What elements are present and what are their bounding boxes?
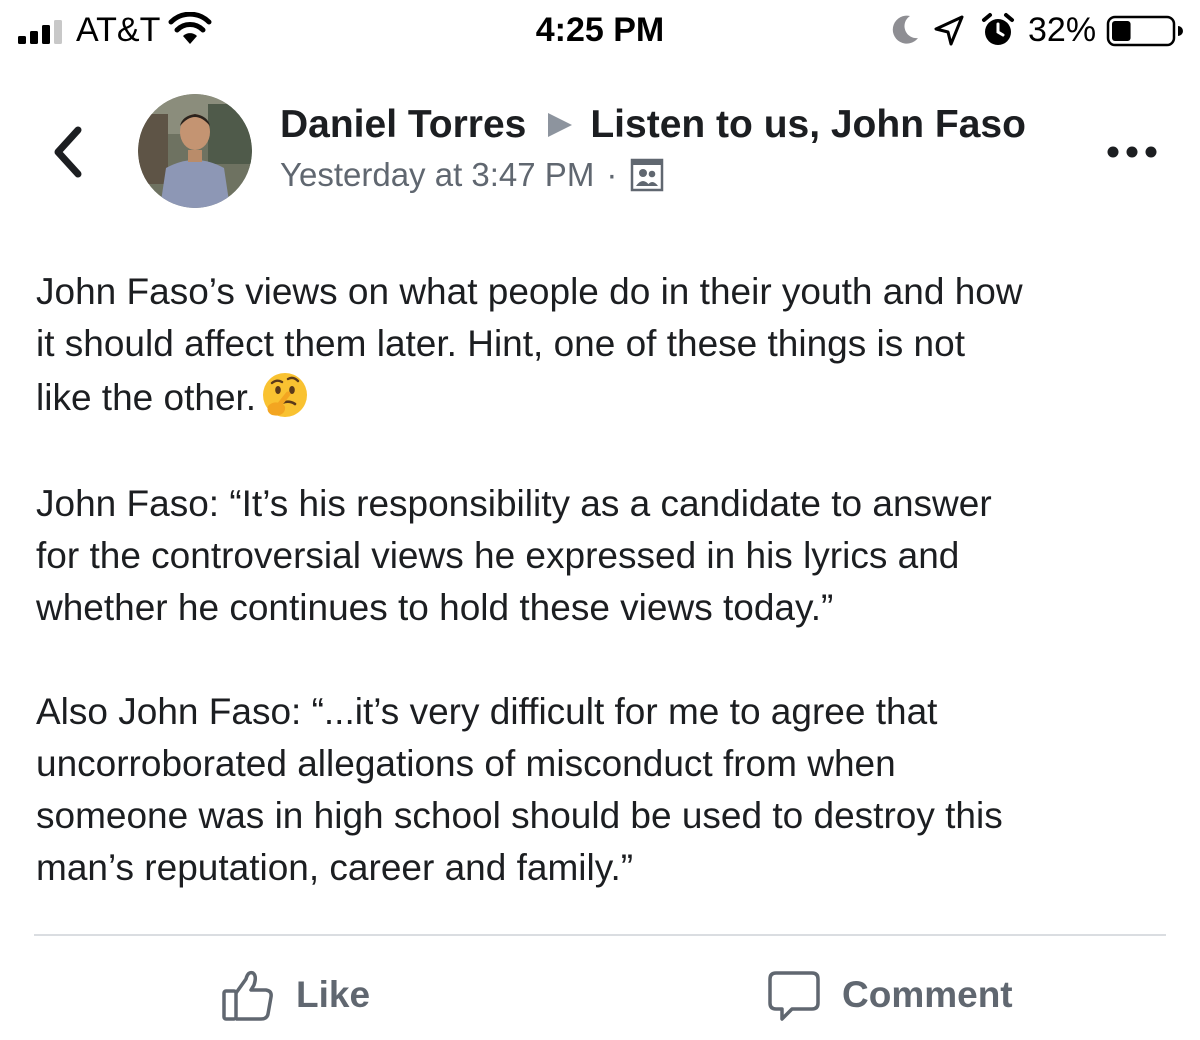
moon-icon [892, 15, 918, 44]
facebook-post-screen: AT&T 4:25 PM 32% Daniel Torres Listen to… [0, 0, 1200, 1040]
post-header-line: Daniel Torres Listen to us, John Faso [280, 100, 1026, 150]
comment-bubble-icon [768, 971, 820, 1021]
post-paragraph: Also John Faso: “...it’s very difficult … [36, 691, 1003, 888]
group-audience-icon[interactable] [629, 157, 665, 193]
action-divider [34, 934, 1166, 936]
thinking-face-emoji [263, 373, 308, 417]
meta-separator: · [606, 156, 618, 193]
author-avatar[interactable] [138, 94, 252, 208]
like-label: Like [296, 974, 371, 1015]
like-button[interactable]: Like [220, 962, 370, 1028]
back-chevron-icon[interactable] [48, 122, 88, 182]
status-time: 4:25 PM [535, 11, 665, 49]
post-meta: Yesterday at 3:47 PM · [280, 152, 665, 198]
post-paragraph: John Faso’s views on what people do in t… [36, 266, 1176, 424]
post-paragraph: John Faso: “It’s his responsibility as a… [36, 483, 992, 628]
comment-button[interactable]: Comment [766, 962, 1013, 1028]
author-name[interactable]: Daniel Torres [280, 100, 526, 150]
comment-label: Comment [842, 974, 1013, 1015]
thumbs-up-icon [222, 970, 273, 1021]
post-timestamp[interactable]: Yesterday at 3:47 PM [280, 152, 594, 198]
post-body: John Faso’s views on what people do in t… [36, 266, 1176, 894]
alarm-icon [982, 13, 1014, 45]
battery-icon [1106, 15, 1183, 47]
triangle-right-icon [548, 113, 573, 137]
status-bar: AT&T 4:25 PM 32% [0, 0, 1200, 62]
paragraph-text: John Faso’s views on what people do in t… [36, 271, 1023, 418]
more-dots-icon[interactable] [1106, 140, 1158, 164]
location-arrow-icon [934, 15, 964, 46]
battery-percent: 32% [1028, 11, 1097, 49]
post-target-page[interactable]: Listen to us, John Faso [590, 100, 1026, 150]
